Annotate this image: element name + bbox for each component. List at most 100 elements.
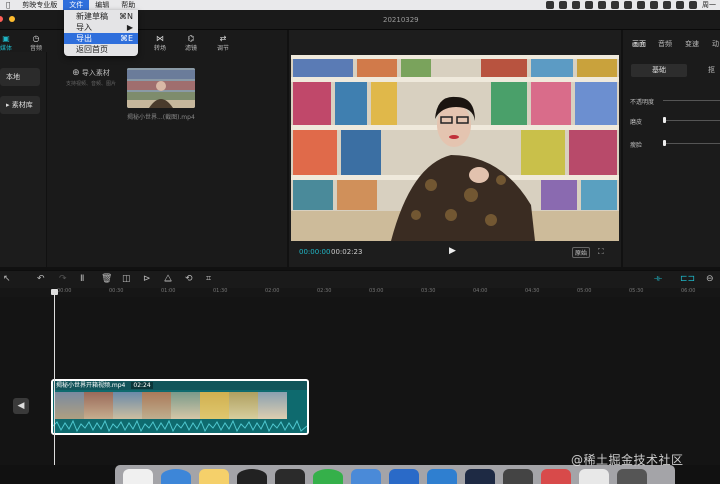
subtab-basic[interactable]: 基础 <box>631 64 687 77</box>
playhead-handle[interactable] <box>51 289 58 295</box>
slim-face-knob[interactable] <box>663 140 666 146</box>
video-frame <box>291 55 619 241</box>
media-thumbnail[interactable] <box>127 68 195 108</box>
tab-audio[interactable]: ◷ 音频 <box>23 34 49 52</box>
smooth-skin-slider[interactable] <box>663 120 720 121</box>
wechat-icon[interactable] <box>559 1 567 9</box>
menu-item-import[interactable]: 导入 ▶ <box>64 22 138 33</box>
opacity-label: 不透明度 <box>630 99 655 106</box>
video-clip[interactable]: 揭秘小世界开箱视频.mp4 02:24 <box>51 379 309 435</box>
status-icon[interactable] <box>624 1 632 9</box>
undo-icon[interactable]: ↶ <box>37 274 45 284</box>
clock-day[interactable]: 周一 <box>702 0 716 10</box>
split-icon[interactable]: Ⅱ <box>80 274 84 284</box>
search-icon[interactable] <box>689 1 697 9</box>
app-icon[interactable] <box>617 469 647 484</box>
preview-player: 00:00:00 00:02:23 ▶ 原始 ⛶ <box>289 30 621 267</box>
player-controls: 00:00:00 00:02:23 ▶ 原始 ⛶ <box>289 244 621 262</box>
notes-icon[interactable] <box>199 469 229 484</box>
status-icon[interactable] <box>585 1 593 9</box>
nav-local[interactable]: 本地 <box>0 68 40 86</box>
timeline-ruler[interactable]: 00:00 00:30 01:00 01:30 02:00 02:30 03:0… <box>0 288 720 297</box>
menu-item-home[interactable]: 返回首页 <box>64 44 138 55</box>
status-icon[interactable] <box>650 1 658 9</box>
tab-filter[interactable]: ⌬ 滤镜 <box>178 34 204 52</box>
tab-inspector-audio[interactable]: 音频 <box>658 39 672 49</box>
crop-icon[interactable]: ⌗ <box>206 274 211 284</box>
tab-speed[interactable]: 变速 <box>685 39 699 49</box>
track-cover-icon[interactable]: ◀ <box>13 398 29 414</box>
aspect-ratio-button[interactable]: 原始 <box>572 247 591 258</box>
redo-icon[interactable]: ↷ <box>59 274 67 284</box>
wechat-dock-icon[interactable] <box>313 469 343 484</box>
battery-icon[interactable] <box>663 1 671 9</box>
ruler-tick: 02:30 <box>317 288 332 294</box>
mirror-icon[interactable]: ⧋ <box>164 274 172 284</box>
rotate-icon[interactable]: ⟲ <box>185 274 193 284</box>
ruler-tick: 01:30 <box>213 288 228 294</box>
tab-media[interactable]: ▣ 媒体 <box>0 34 19 52</box>
freeze-icon[interactable]: ◫ <box>122 274 131 284</box>
status-icon[interactable] <box>572 1 580 9</box>
app-icon[interactable] <box>465 469 495 484</box>
playhead[interactable] <box>54 289 55 465</box>
film-frame <box>55 392 84 420</box>
tab-animation[interactable]: 动 <box>712 39 719 49</box>
link-icon[interactable]: ⊏⊐ <box>680 274 695 284</box>
apple-menu[interactable]:  <box>0 0 16 10</box>
safari-icon[interactable] <box>161 469 191 484</box>
media-clip-name: 揭秘小世界...(截图).mp4 <box>127 114 195 121</box>
plus-icon: ⊕ <box>72 68 80 78</box>
status-icon[interactable] <box>611 1 619 9</box>
qq-icon[interactable] <box>546 1 554 9</box>
timeline-toolbar: ↖ ↶ ↷ Ⅱ 🗑 ◫ ⊳ ⧋ ⟲ ⌗ ⟛ ⊏⊐ ⊖ <box>0 270 720 288</box>
help-menu[interactable]: 帮助 <box>115 0 141 10</box>
menu-bar:  剪映专业版 文件 编辑 帮助 周一 <box>0 0 720 10</box>
delete-icon[interactable]: 🗑 <box>101 274 112 284</box>
clip-duration: 02:24 <box>131 382 153 389</box>
app-menu[interactable]: 剪映专业版 <box>16 0 63 10</box>
film-frame <box>258 392 287 420</box>
edit-menu[interactable]: 编辑 <box>89 0 115 10</box>
ruler-tick: 04:00 <box>473 288 488 294</box>
reverse-icon[interactable]: ⊳ <box>143 274 151 284</box>
select-tool-icon[interactable]: ↖ <box>3 274 11 284</box>
menu-item-new-draft[interactable]: 新建草稿 ⌘N <box>64 11 138 22</box>
status-icon[interactable] <box>637 1 645 9</box>
subtab-matting[interactable]: 抠 <box>703 64 720 77</box>
minimize-window-icon[interactable] <box>9 16 15 22</box>
tab-adjust[interactable]: ⇄ 调节 <box>210 34 236 52</box>
smooth-skin-knob[interactable] <box>663 117 666 123</box>
terminal-icon[interactable] <box>275 469 305 484</box>
inspector-panel: 画面 音频 变速 动 基础 抠 不透明度 磨皮 瘦脸 <box>623 30 720 267</box>
ruler-tick: 02:00 <box>265 288 280 294</box>
ruler-tick: 00:30 <box>109 288 124 294</box>
file-menu[interactable]: 文件 <box>63 0 90 10</box>
wifi-icon[interactable] <box>676 1 684 9</box>
play-button[interactable]: ▶ <box>449 246 456 256</box>
qq-dock-icon[interactable] <box>237 469 267 484</box>
thumbnail-image <box>127 68 195 108</box>
webstorm-icon[interactable] <box>389 469 419 484</box>
slim-face-slider[interactable] <box>663 143 720 144</box>
app-icon[interactable] <box>579 469 609 484</box>
app-icon[interactable] <box>541 469 571 484</box>
app-icon[interactable] <box>503 469 533 484</box>
ruler-tick: 03:30 <box>421 288 436 294</box>
nav-library[interactable]: ▸ 素材库 <box>0 96 40 114</box>
app-icon[interactable] <box>351 469 381 484</box>
fullscreen-icon[interactable]: ⛶ <box>598 247 604 257</box>
finder-icon[interactable] <box>123 469 153 484</box>
tab-picture[interactable]: 画面 <box>632 39 646 49</box>
audio-waveform <box>53 419 307 433</box>
import-media-button[interactable]: ⊕ 导入素材 支持视频、音频、图片 <box>61 68 121 87</box>
opacity-slider[interactable] <box>663 100 720 101</box>
menu-item-export[interactable]: 导出 ⌘E <box>64 33 138 44</box>
clip-header: 揭秘小世界开箱视频.mp4 02:24 <box>53 381 307 390</box>
magnet-icon[interactable]: ⟛ <box>654 274 662 284</box>
zoom-out-icon[interactable]: ⊖ <box>706 274 714 284</box>
tab-transition[interactable]: ⋈ 转场 <box>147 34 173 52</box>
ruler-tick: 06:00 <box>681 288 696 294</box>
status-icon[interactable] <box>598 1 606 9</box>
vscode-icon[interactable] <box>427 469 457 484</box>
